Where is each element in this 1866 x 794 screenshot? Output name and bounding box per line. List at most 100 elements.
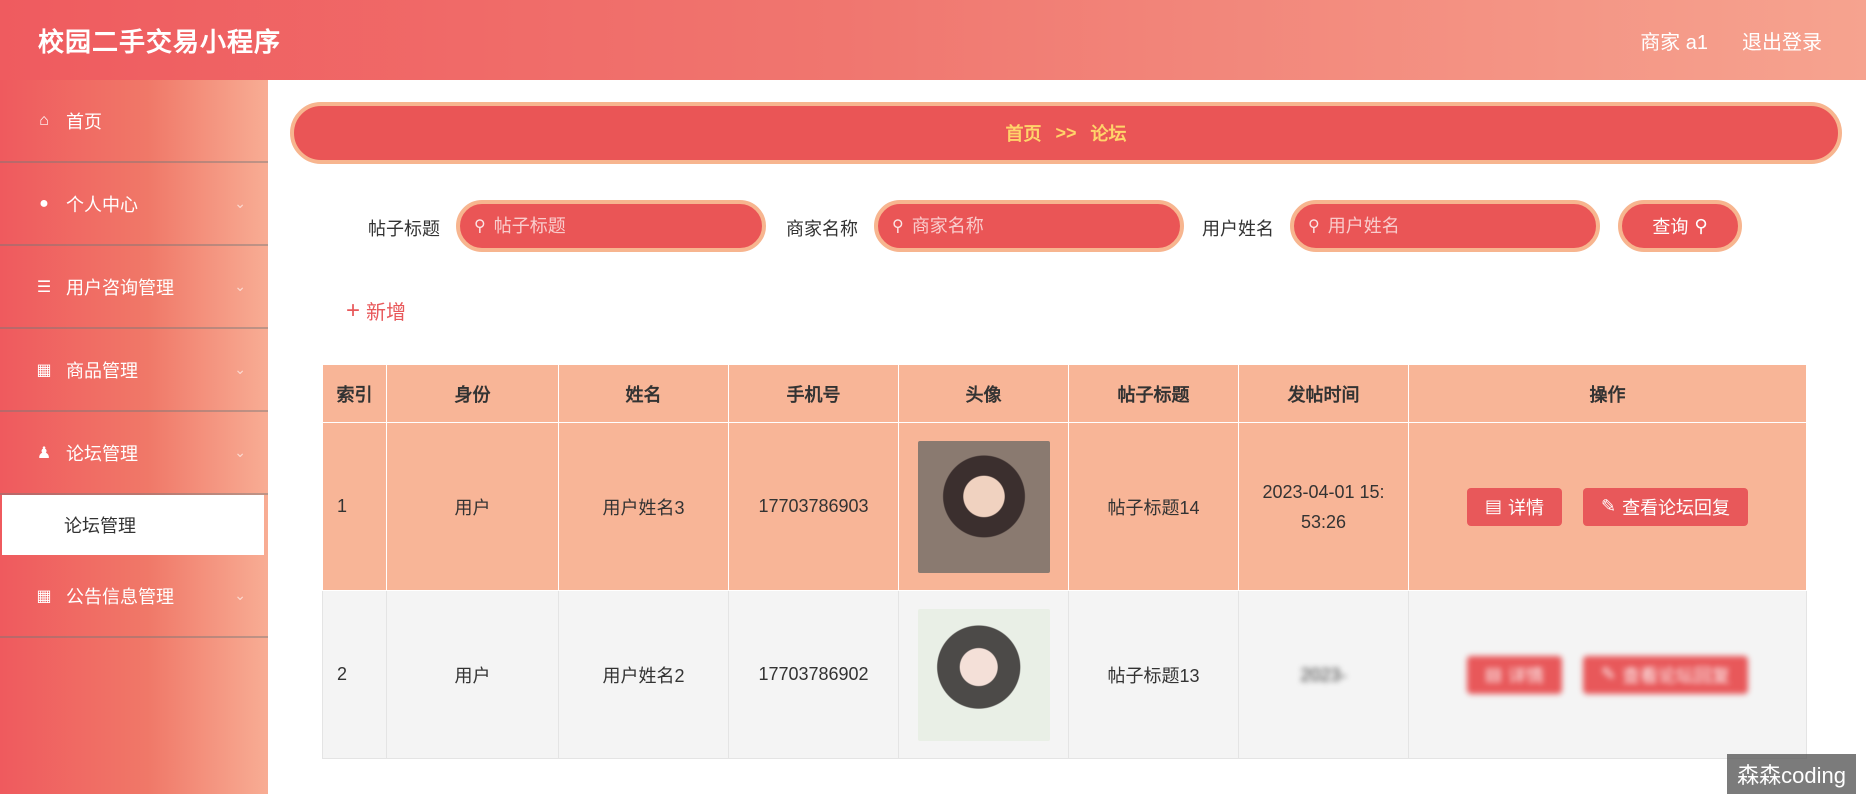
sidebar-item-forum[interactable]: ♟ 论坛管理 ⌄ bbox=[0, 412, 268, 495]
query-button[interactable]: 查询 ⚲ bbox=[1618, 200, 1742, 252]
col-post-title[interactable]: 帖子标题 bbox=[1068, 364, 1239, 423]
cell-post-time: 2023-04-01 15: 53:26 bbox=[1238, 422, 1409, 591]
sidebar-item-label: 首页 bbox=[66, 111, 102, 132]
col-phone[interactable]: 手机号 bbox=[728, 364, 899, 423]
document-icon: ▤ bbox=[1484, 496, 1502, 516]
table-row[interactable]: 2 用户 用户姓名2 17703786902 帖子标题13 2023- ▤ 详情… bbox=[322, 590, 1807, 759]
cell-post-time: 2023- bbox=[1238, 590, 1409, 759]
col-index[interactable]: 索引 bbox=[322, 364, 387, 423]
search-icon: ⚲ bbox=[1694, 215, 1708, 236]
cell-phone: 17703786903 bbox=[728, 422, 899, 591]
header-actions: 商家 a1 退出登录 bbox=[1640, 26, 1822, 55]
sidebar-item-notice[interactable]: ▦ 公告信息管理 ⌄ bbox=[0, 555, 268, 638]
search-bar: 帖子标题 ⚲ 商家名称 ⚲ 用户姓名 ⚲ 查询 ⚲ bbox=[270, 200, 1866, 252]
post-time-line1: 2023-04-01 15: bbox=[1262, 481, 1385, 502]
sidebar-item-label: 论坛管理 bbox=[66, 443, 138, 464]
user-name-field[interactable]: ⚲ bbox=[1290, 200, 1600, 252]
breadcrumb-current: 论坛 bbox=[1090, 124, 1127, 144]
sidebar-subitem-forum[interactable]: 论坛管理 bbox=[2, 495, 264, 555]
cell-name: 用户姓名2 bbox=[558, 590, 729, 759]
top-header: 校园二手交易小程序 商家 a1 退出登录 bbox=[0, 0, 1866, 80]
logout-button[interactable]: 退出登录 bbox=[1742, 26, 1822, 55]
cell-actions: ▤ 详情 ✎ 查看论坛回复 bbox=[1408, 422, 1807, 591]
grid-icon: ▦ bbox=[36, 587, 52, 605]
breadcrumb-home[interactable]: 首页 bbox=[1005, 120, 1041, 146]
sidebar-item-profile[interactable]: ● 个人中心 ⌄ bbox=[0, 163, 268, 246]
merchant-name-field[interactable]: ⚲ bbox=[874, 200, 1184, 252]
watermark: 森森coding bbox=[1727, 754, 1856, 794]
cell-role: 用户 bbox=[386, 422, 559, 591]
detail-button[interactable]: ▤ 详情 bbox=[1466, 655, 1562, 694]
cell-actions: ▤ 详情 ✎ 查看论坛回复 bbox=[1408, 590, 1807, 759]
post-title-label: 帖子标题 bbox=[368, 219, 440, 239]
add-label: 新增 bbox=[366, 302, 407, 324]
main-content: 首页 >> 论坛 帖子标题 ⚲ 商家名称 ⚲ 用户姓名 ⚲ 查询 ⚲ + 新增 bbox=[270, 80, 1866, 794]
grid-icon: ▦ bbox=[36, 361, 52, 379]
app-title: 校园二手交易小程序 bbox=[38, 26, 282, 57]
edit-icon: ✎ bbox=[1600, 664, 1617, 684]
cell-avatar bbox=[898, 590, 1069, 759]
cell-phone: 17703786902 bbox=[728, 590, 899, 759]
person-icon: ♟ bbox=[36, 444, 52, 462]
breadcrumb: 首页 >> 论坛 bbox=[290, 102, 1842, 164]
sidebar-item-label: 个人中心 bbox=[66, 194, 138, 215]
forum-table: 索引 身份 姓名 手机号 头像 帖子标题 发帖时间 操作 1 用户 用户姓名3 … bbox=[322, 364, 1807, 759]
user-icon: ● bbox=[39, 194, 49, 212]
avatar[interactable] bbox=[917, 440, 1050, 573]
plus-icon: + bbox=[346, 296, 361, 324]
sidebar-item-goods[interactable]: ▦ 商品管理 ⌄ bbox=[0, 329, 268, 412]
col-role[interactable]: 身份 bbox=[386, 364, 559, 423]
view-replies-label: 查看论坛回复 bbox=[1622, 497, 1731, 518]
search-icon: ⚲ bbox=[1308, 218, 1320, 235]
user-name-label: 用户姓名 bbox=[1202, 219, 1274, 239]
sidebar: ⌂ 首页 ● 个人中心 ⌄ ☰ 用户咨询管理 ⌄ ▦ 商品管理 ⌄ ♟ 论坛管理… bbox=[0, 80, 268, 794]
view-replies-button[interactable]: ✎ 查看论坛回复 bbox=[1582, 655, 1749, 694]
cell-index: 1 bbox=[322, 422, 387, 591]
col-post-time[interactable]: 发帖时间 bbox=[1238, 364, 1409, 423]
view-replies-label: 查看论坛回复 bbox=[1622, 665, 1731, 686]
detail-label: 详情 bbox=[1507, 665, 1544, 686]
cell-avatar bbox=[898, 422, 1069, 591]
cell-name: 用户姓名3 bbox=[558, 422, 729, 591]
table-header-row: 索引 身份 姓名 手机号 头像 帖子标题 发帖时间 操作 bbox=[322, 364, 1807, 423]
post-time-line1: 2023- bbox=[1300, 664, 1347, 685]
detail-label: 详情 bbox=[1507, 497, 1544, 518]
view-replies-button[interactable]: ✎ 查看论坛回复 bbox=[1582, 487, 1749, 526]
detail-button[interactable]: ▤ 详情 bbox=[1466, 487, 1562, 526]
sidebar-item-consult[interactable]: ☰ 用户咨询管理 ⌄ bbox=[0, 246, 268, 329]
home-icon: ⌂ bbox=[39, 111, 49, 129]
breadcrumb-separator: >> bbox=[1055, 122, 1077, 143]
cell-post-title: 帖子标题13 bbox=[1068, 590, 1239, 759]
current-user[interactable]: 商家 a1 bbox=[1640, 26, 1708, 55]
edit-icon: ✎ bbox=[1600, 496, 1617, 516]
merchant-name-label: 商家名称 bbox=[786, 219, 858, 239]
list-icon: ☰ bbox=[36, 278, 52, 296]
col-name[interactable]: 姓名 bbox=[558, 364, 729, 423]
chevron-down-icon: ⌄ bbox=[234, 444, 246, 460]
cell-index: 2 bbox=[322, 590, 387, 759]
chevron-down-icon: ⌄ bbox=[234, 361, 246, 377]
chevron-down-icon: ⌄ bbox=[234, 195, 246, 211]
post-time-line2: 53:26 bbox=[1300, 511, 1347, 532]
chevron-down-icon: ⌄ bbox=[234, 278, 246, 294]
sidebar-item-label: 公告信息管理 bbox=[66, 586, 174, 607]
sidebar-item-label: 用户咨询管理 bbox=[66, 277, 174, 298]
document-icon: ▤ bbox=[1484, 664, 1502, 684]
sidebar-item-label: 商品管理 bbox=[66, 360, 138, 381]
col-actions: 操作 bbox=[1408, 364, 1807, 423]
post-title-input[interactable] bbox=[493, 215, 744, 237]
sidebar-item-home[interactable]: ⌂ 首页 bbox=[0, 80, 268, 163]
post-title-field[interactable]: ⚲ bbox=[456, 200, 766, 252]
user-name-input[interactable] bbox=[1327, 215, 1578, 237]
add-button[interactable]: + 新增 bbox=[346, 296, 406, 325]
query-label: 查询 bbox=[1652, 217, 1689, 237]
col-avatar[interactable]: 头像 bbox=[898, 364, 1069, 423]
search-icon: ⚲ bbox=[892, 218, 904, 235]
cell-role: 用户 bbox=[386, 590, 559, 759]
table-row[interactable]: 1 用户 用户姓名3 17703786903 帖子标题14 2023-04-01… bbox=[322, 422, 1807, 591]
search-icon: ⚲ bbox=[474, 218, 486, 235]
avatar[interactable] bbox=[917, 608, 1050, 741]
chevron-down-icon: ⌄ bbox=[234, 587, 246, 603]
merchant-name-input[interactable] bbox=[911, 215, 1162, 237]
cell-post-title: 帖子标题14 bbox=[1068, 422, 1239, 591]
